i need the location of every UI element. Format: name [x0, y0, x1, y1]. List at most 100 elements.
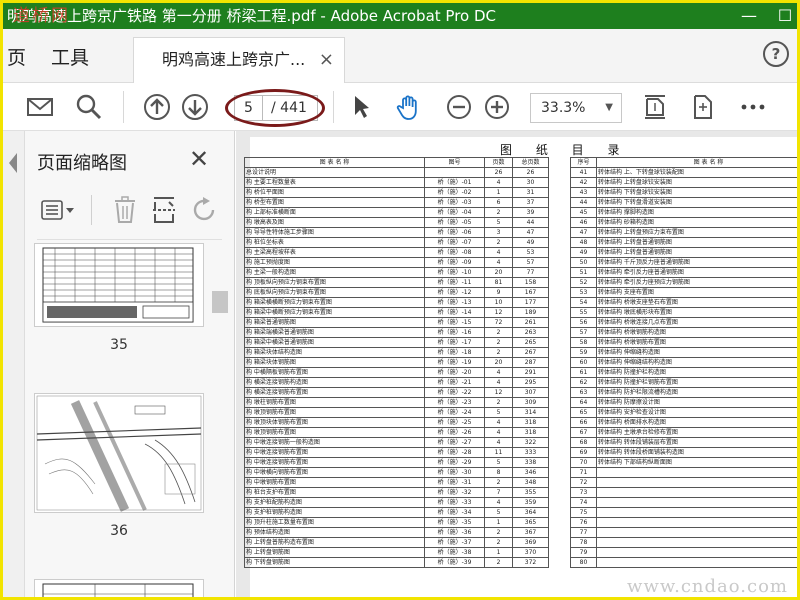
table-row: 60 转体结构 伸缩缝结构构造图	[570, 357, 797, 368]
page-thumbnail[interactable]	[34, 243, 204, 327]
table-cell	[596, 537, 797, 548]
trash-icon[interactable]	[113, 196, 137, 224]
document-view[interactable]: 图 纸 目 录 图 表 名 称 图号 页数 总页数 总设计说明 26 26 构 主要工…	[236, 131, 797, 597]
table-row: 构 箱梁中横梁普通钢筋图 桥（施）-17 2 265	[244, 337, 549, 348]
table-cell: 转体结构 防摩擦设计图	[596, 397, 797, 408]
table-cell	[596, 487, 797, 498]
panel-scrollbar-thumb[interactable]	[212, 291, 228, 313]
thumbnail-page-number: 36	[110, 523, 128, 539]
page-up-icon[interactable]	[143, 93, 171, 121]
table-cell: 39	[512, 207, 549, 218]
zoom-in-icon[interactable]	[483, 93, 511, 121]
table-cell: 2	[484, 397, 513, 408]
table-cell: 构 中墩连接钢筋一般构造图	[244, 437, 425, 448]
table-row: 构 顶板纵向预应力钢束布置图 桥（施）-11 81 158	[244, 277, 549, 288]
table-cell: 构 中墩连接钢筋布置图	[244, 447, 425, 458]
table-cell: 80	[570, 557, 597, 568]
table-cell: 桥（施）-05	[424, 217, 485, 228]
table-cell: 71	[570, 467, 597, 478]
rotate-page-icon[interactable]	[191, 197, 219, 223]
site-watermark: www.cndao.com	[627, 576, 788, 597]
table-row: 构 中墩连接钢筋一般构造图 桥（施）-27 4 322	[244, 437, 549, 448]
table-cell: 构 箱梁中横梁普通钢筋图	[244, 337, 425, 348]
table-row: 78	[570, 537, 797, 548]
table-row: 构 桩位坐标表 桥（施）-07 2 49	[244, 237, 549, 248]
table-cell: 转体结构 牵引反力座普通钢筋图	[596, 267, 797, 278]
table-row: 48 转体结构 上转盘普通钢筋图	[570, 237, 797, 248]
table-cell: 52	[570, 277, 597, 288]
rotate-view-icon[interactable]	[689, 93, 717, 121]
zoom-select[interactable]: 33.3% ▼	[530, 93, 622, 123]
table-cell: 2	[484, 347, 513, 358]
table-cell: 59	[570, 347, 597, 358]
more-icon[interactable]	[739, 93, 767, 121]
table-cell: 189	[512, 307, 549, 318]
table-row: 53 转体结构 支座布置图	[570, 287, 797, 298]
options-menu-icon[interactable]	[41, 199, 75, 221]
table-cell: 转体结构 桥墩连接几点布置图	[596, 317, 797, 328]
drawing-index-table-left: 图 表 名 称 图号 页数 总页数 总设计说明 26 26 构 主要工程数量表 桥（施）…	[244, 157, 549, 568]
page-thumbnail[interactable]	[34, 579, 204, 597]
extract-page-icon[interactable]	[151, 196, 177, 224]
tab-close-button[interactable]: ×	[319, 38, 334, 82]
table-row: 79	[570, 547, 797, 558]
drawing-index-table-right: 序号 图 表 名 称 41 转体结构 上、下转盘球铰装配图 42 转体结构 上转盘球铰…	[570, 157, 797, 568]
menu-home[interactable]: 页	[7, 43, 26, 70]
table-row: 构 中墩连接钢筋布置图 桥（施）-28 11 333	[244, 447, 549, 458]
table-row: 75	[570, 507, 797, 518]
table-cell: 309	[512, 397, 549, 408]
column-header: 图 表 名 称	[596, 157, 797, 168]
document-tab[interactable]: 明鸡高速上跨京广... ×	[133, 37, 345, 83]
table-cell: 构 上转盘钢筋图	[244, 547, 425, 558]
menu-tools[interactable]: 工具	[51, 43, 89, 70]
table-row: 构 墩顶块体钢筋布置图 桥（施）-25 4 318	[244, 417, 549, 428]
table-cell: 构 顶板纵向预应力钢束布置图	[244, 277, 425, 288]
thumbnail-page-number: 35	[110, 337, 128, 353]
table-row: 68 转体结构 转体段铺装层布置图	[570, 437, 797, 448]
table-cell: 转体结构 墩底横形块布置图	[596, 307, 797, 318]
table-cell: 60	[570, 357, 597, 368]
table-cell: 桥（施）-29	[424, 457, 485, 468]
collapse-arrow-icon[interactable]	[7, 151, 19, 175]
page-thumbnail[interactable]	[34, 393, 204, 513]
hand-tool-icon[interactable]	[395, 93, 423, 121]
table-cell: 81	[484, 277, 513, 288]
table-cell: 转体结构 砂箱构造图	[596, 217, 797, 228]
maximize-button[interactable]: ☐	[767, 3, 797, 29]
zoom-out-icon[interactable]	[445, 93, 473, 121]
table-cell: 26	[484, 167, 513, 178]
table-cell: 2	[484, 527, 513, 538]
table-cell: 12	[484, 307, 513, 318]
table-cell: 构 上转盘普筋构造布置图	[244, 537, 425, 548]
table-cell: 346	[512, 467, 549, 478]
table-cell: 构 中墩横向钢筋布置图	[244, 467, 425, 478]
table-cell: 74	[570, 497, 597, 508]
table-cell: 桥（施）-22	[424, 387, 485, 398]
table-cell: 桥（施）-14	[424, 307, 485, 318]
table-cell: 11	[484, 447, 513, 458]
select-arrow-icon[interactable]	[347, 93, 375, 121]
table-cell: 359	[512, 497, 549, 508]
table-cell: 370	[512, 547, 549, 558]
toolbar-separator	[333, 91, 334, 123]
table-cell: 56	[570, 317, 597, 328]
page-down-icon[interactable]	[181, 93, 209, 121]
search-icon[interactable]	[75, 93, 103, 121]
thumbnails-panel: 页面缩略图 ✕ 35 36	[25, 131, 235, 597]
table-cell: 67	[570, 427, 597, 438]
close-panel-icon[interactable]: ✕	[189, 145, 209, 173]
table-cell	[596, 467, 797, 478]
table-cell: 43	[570, 187, 597, 198]
minimize-button[interactable]: —	[731, 3, 767, 29]
table-row: 构 箱梁端横梁普通钢筋图 桥（施）-16 2 263	[244, 327, 549, 338]
fit-page-icon[interactable]	[641, 93, 669, 121]
table-cell: 桥（施）-08	[424, 247, 485, 258]
table-cell: 4	[484, 377, 513, 388]
table-cell: 79	[570, 547, 597, 558]
table-row: 71	[570, 467, 797, 478]
help-icon[interactable]: ?	[763, 41, 789, 67]
window-title: 明鸡高速上跨京广铁路 第一分册 桥梁工程.pdf - Adobe Acrobat…	[7, 7, 497, 25]
table-cell: 构 墩柱钢筋布置图	[244, 397, 425, 408]
table-cell: 367	[512, 527, 549, 538]
mail-icon[interactable]	[26, 93, 54, 121]
